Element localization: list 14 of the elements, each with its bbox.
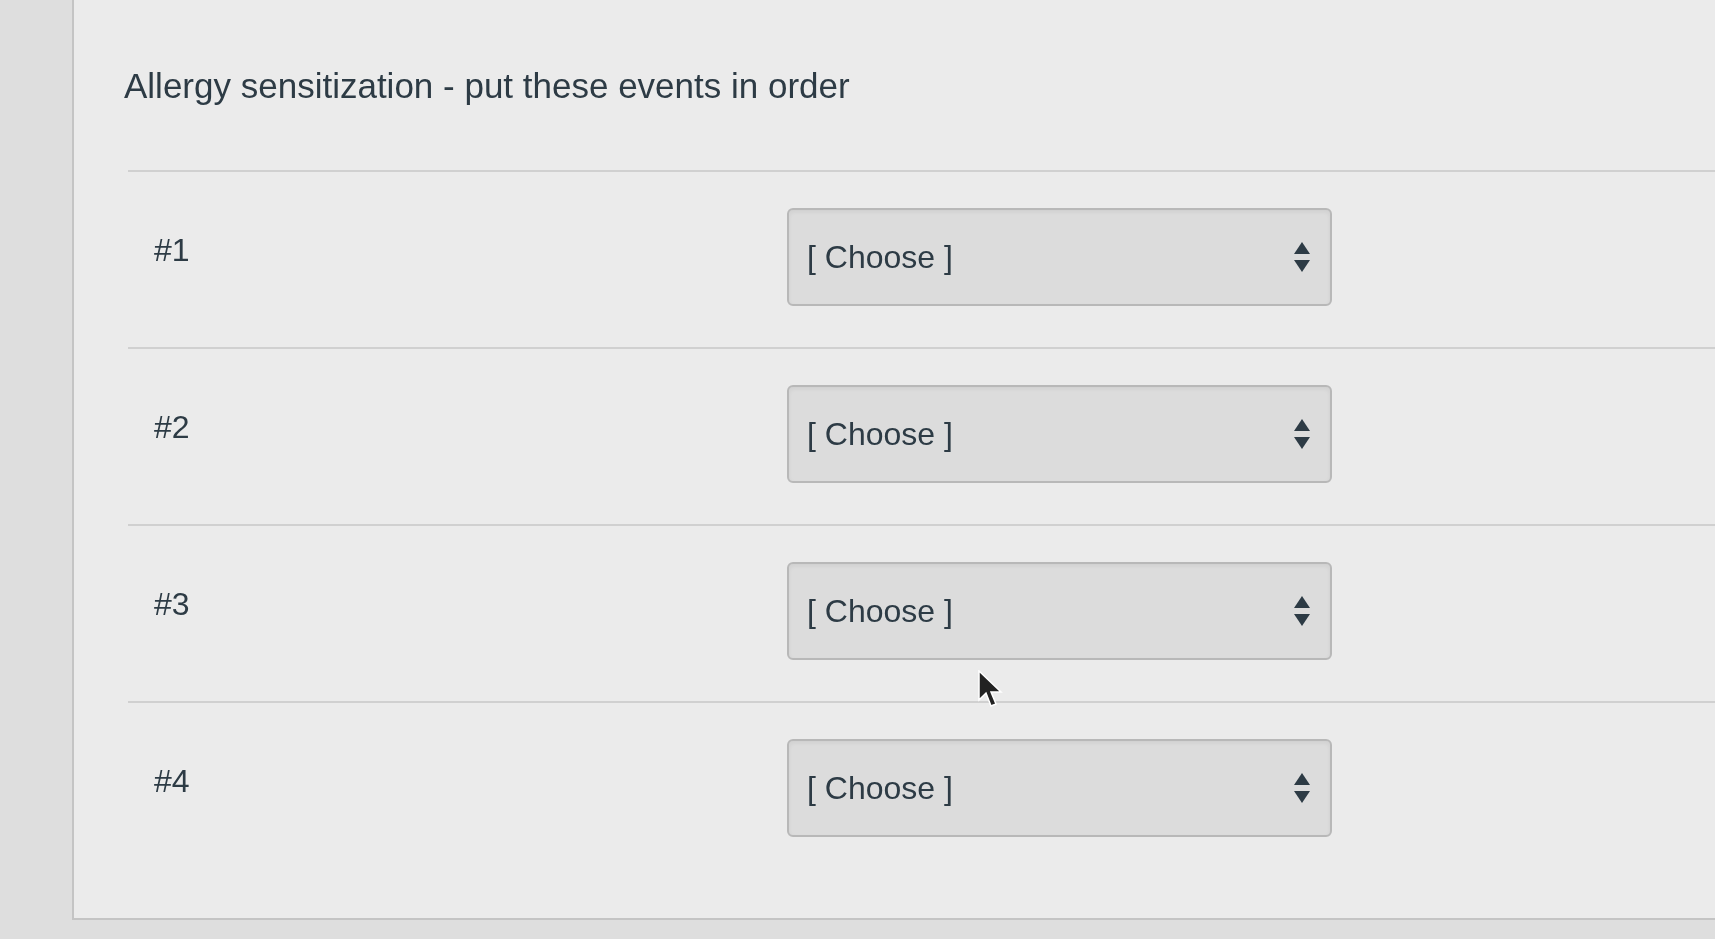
order-number-label: #2 xyxy=(154,408,191,447)
dropdown-select[interactable]: [ Choose ] xyxy=(787,385,1332,483)
mouse-pointer-icon xyxy=(978,670,1004,708)
order-number-label: #3 xyxy=(154,585,191,624)
order-number-label: #1 xyxy=(154,231,191,270)
up-down-caret-icon xyxy=(1294,596,1310,626)
dropdown-select[interactable]: [ Choose ] xyxy=(787,562,1332,660)
dropdown-select[interactable]: [ Choose ] xyxy=(787,739,1332,837)
question-title: Allergy sensitization - put these events in order xyxy=(124,65,850,107)
dropdown-select[interactable]: [ Choose ] xyxy=(787,208,1332,306)
up-down-caret-icon xyxy=(1294,242,1310,272)
up-down-caret-icon xyxy=(1294,773,1310,803)
up-down-caret-icon xyxy=(1294,419,1310,449)
order-number-label: #4 xyxy=(154,762,191,801)
